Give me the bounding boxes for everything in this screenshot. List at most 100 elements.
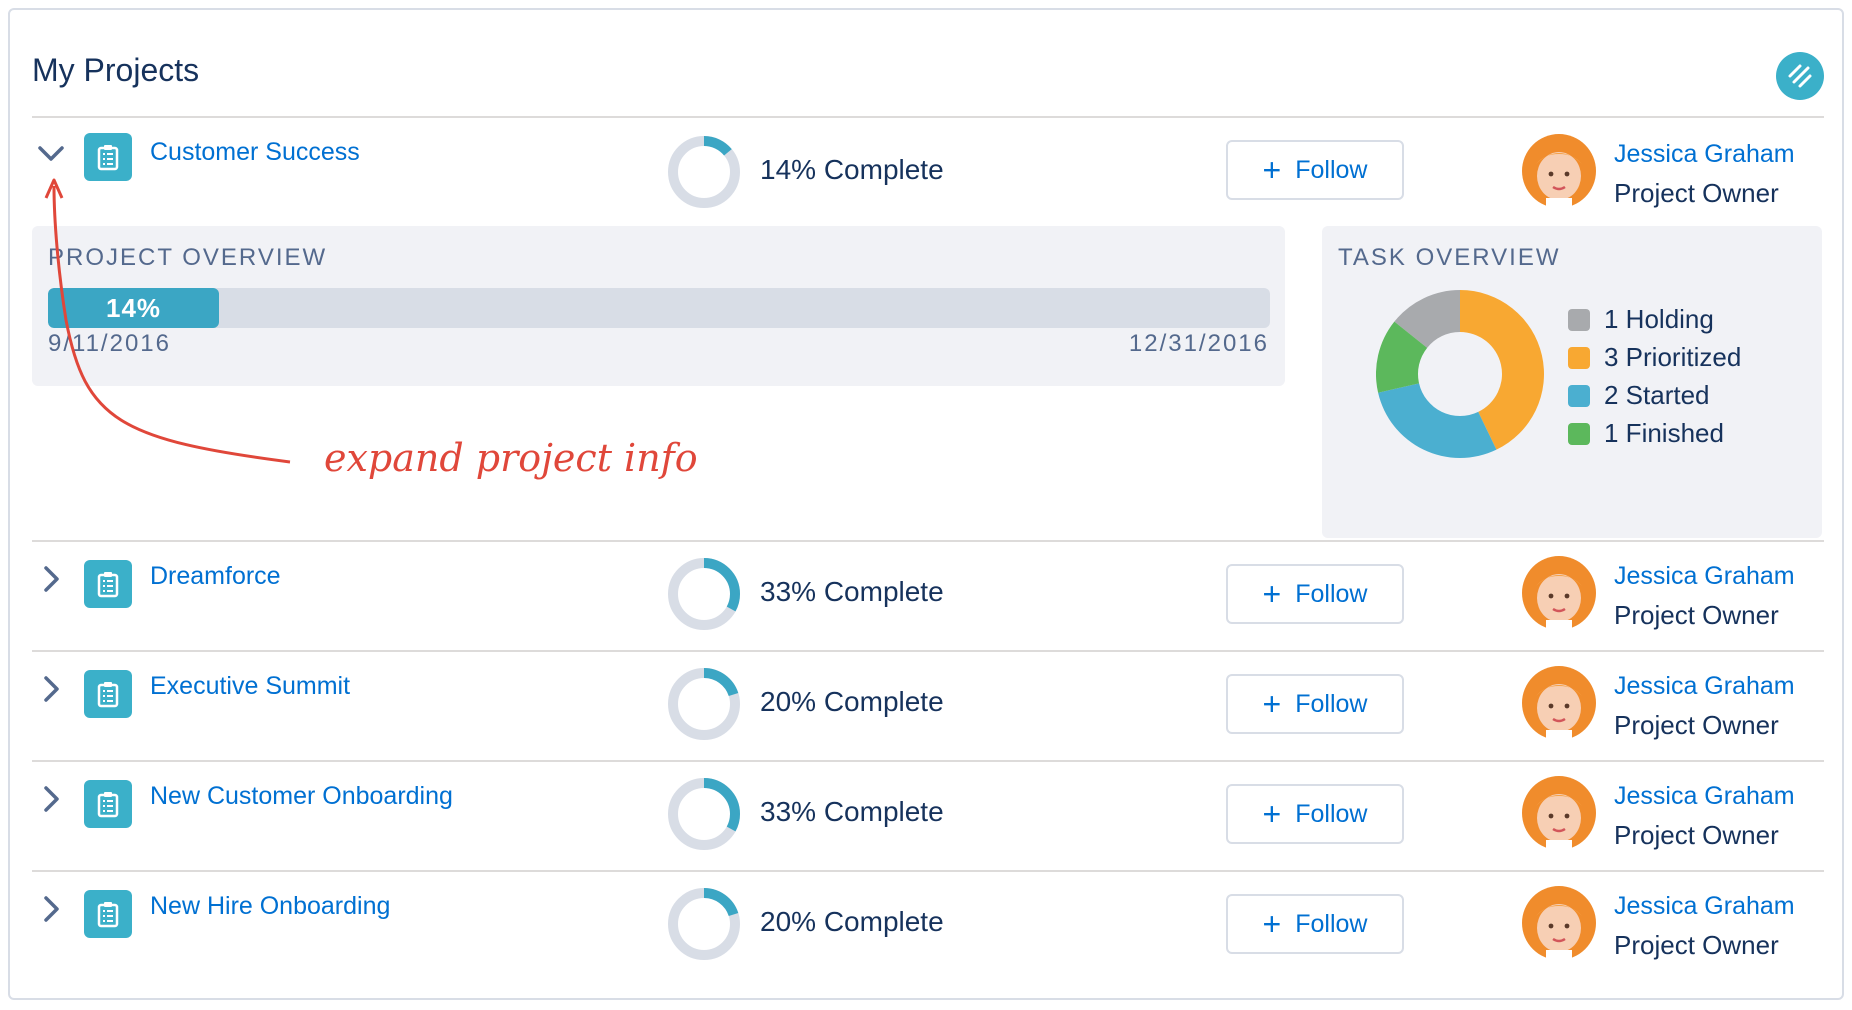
progress-bar-fill: 14% — [48, 288, 220, 328]
avatar-eye — [1548, 593, 1554, 599]
follow-label: Follow — [1295, 579, 1368, 608]
legend-label: 2 Started — [1604, 380, 1710, 410]
progress-bar-label: 14% — [106, 292, 162, 323]
owner-name-link[interactable]: Jessica Graham — [1614, 892, 1795, 921]
avatar-eye — [1564, 171, 1570, 177]
percent-complete: 20% Complete — [760, 686, 944, 717]
project-name-link[interactable]: New Hire Onboarding — [150, 892, 390, 921]
avatar-eye — [1548, 923, 1554, 929]
plus-icon: + — [1262, 686, 1282, 722]
task-overview-title: TASK OVERVIEW — [1338, 244, 1561, 271]
owner-name-link[interactable]: Jessica Graham — [1614, 562, 1795, 591]
percent-complete: 33% Complete — [760, 796, 944, 827]
avatar-collar — [1546, 730, 1572, 740]
owner-role: Project Owner — [1614, 930, 1779, 960]
progress-bar-track: 14% — [48, 288, 1270, 328]
legend-label: 1 Holding — [1604, 304, 1714, 334]
avatar-face — [1537, 684, 1581, 732]
project-row: Executive Summit 20% Complete + Follow J… — [0, 652, 1852, 762]
edit-list-icon[interactable] — [1776, 52, 1824, 100]
annotation-text: expand project info — [324, 436, 698, 480]
project-icon — [84, 780, 132, 828]
project-name-link[interactable]: Customer Success — [150, 138, 360, 167]
legend-swatch — [1568, 346, 1590, 369]
start-date: 9/11/2016 — [48, 330, 171, 357]
donut-slice — [1378, 383, 1497, 458]
chevron-right-icon[interactable] — [36, 894, 66, 924]
progress-ring — [668, 778, 740, 850]
owner-name-link[interactable]: Jessica Graham — [1614, 140, 1795, 169]
avatar-face — [1537, 574, 1581, 622]
clipboard-icon — [97, 902, 119, 928]
owner-role: Project Owner — [1614, 600, 1779, 630]
chevron-right-icon[interactable] — [36, 784, 66, 814]
percent-complete: 20% Complete — [760, 906, 944, 937]
avatar-eye — [1564, 703, 1570, 709]
plus-icon: + — [1262, 906, 1282, 942]
progress-ring — [668, 668, 740, 740]
task-overview-panel: TASK OVERVIEW 1 Holding 3 Prioritized 2 … — [1322, 226, 1822, 538]
follow-button[interactable]: + Follow — [1226, 674, 1404, 734]
avatar — [1522, 886, 1596, 960]
clipboard-icon — [97, 682, 119, 708]
owner-name-link[interactable]: Jessica Graham — [1614, 782, 1795, 811]
legend-swatch — [1568, 422, 1590, 445]
follow-button[interactable]: + Follow — [1226, 784, 1404, 844]
avatar-eye — [1564, 593, 1570, 599]
clipboard-icon — [97, 572, 119, 598]
plus-icon: + — [1262, 152, 1282, 188]
progress-ring — [668, 136, 740, 208]
chevron-right-icon[interactable] — [36, 674, 66, 704]
follow-label: Follow — [1295, 909, 1368, 938]
avatar-eye — [1548, 703, 1554, 709]
chevron-down-icon[interactable] — [36, 138, 66, 168]
owner-role: Project Owner — [1614, 178, 1779, 208]
chevron-right-icon[interactable] — [36, 564, 66, 594]
owner-name-link[interactable]: Jessica Graham — [1614, 672, 1795, 701]
project-overview-title: PROJECT OVERVIEW — [48, 244, 328, 271]
follow-button[interactable]: + Follow — [1226, 564, 1404, 624]
legend-item-finished: 1 Finished — [1568, 418, 1724, 449]
project-row: New Customer Onboarding 33% Complete + F… — [0, 762, 1852, 872]
avatar-collar — [1546, 950, 1572, 960]
legend-item-prioritized: 3 Prioritized — [1568, 342, 1741, 373]
legend-item-holding: 1 Holding — [1568, 304, 1714, 335]
project-name-link[interactable]: New Customer Onboarding — [150, 782, 453, 811]
follow-button[interactable]: + Follow — [1226, 894, 1404, 954]
legend-item-started: 2 Started — [1568, 380, 1710, 411]
avatar — [1522, 556, 1596, 630]
avatar-eye — [1564, 813, 1570, 819]
project-row: Dreamforce 33% Complete + Follow Jessica… — [0, 542, 1852, 652]
task-donut-chart — [1376, 290, 1544, 458]
avatar-face — [1537, 152, 1581, 200]
avatar-eye — [1564, 923, 1570, 929]
clipboard-icon — [97, 145, 119, 171]
avatar-collar — [1546, 620, 1572, 630]
percent-complete: 14% Complete — [760, 154, 944, 185]
project-name-link[interactable]: Dreamforce — [150, 562, 281, 591]
plus-icon: + — [1262, 576, 1282, 612]
project-row: New Hire Onboarding 20% Complete + Follo… — [0, 872, 1852, 982]
project-name-link[interactable]: Executive Summit — [150, 672, 350, 701]
follow-label: Follow — [1295, 689, 1368, 718]
avatar-face — [1537, 904, 1581, 952]
follow-label: Follow — [1295, 799, 1368, 828]
owner-role: Project Owner — [1614, 820, 1779, 850]
avatar-collar — [1546, 198, 1572, 208]
progress-ring — [668, 558, 740, 630]
owner-role: Project Owner — [1614, 710, 1779, 740]
plus-icon: + — [1262, 796, 1282, 832]
legend-label: 3 Prioritized — [1604, 342, 1742, 372]
clipboard-icon — [97, 792, 119, 818]
legend-label: 1 Finished — [1604, 418, 1724, 448]
avatar-face — [1537, 794, 1581, 842]
legend-swatch — [1568, 308, 1590, 331]
follow-button[interactable]: + Follow — [1226, 140, 1404, 200]
avatar — [1522, 134, 1596, 208]
project-icon — [84, 890, 132, 938]
progress-ring — [668, 888, 740, 960]
follow-label: Follow — [1295, 155, 1368, 184]
project-row: Customer Success 14% Complete + Follow J… — [0, 118, 1852, 228]
project-overview-panel: PROJECT OVERVIEW 14% 9/11/2016 12/31/201… — [32, 226, 1285, 386]
avatar-collar — [1546, 840, 1572, 850]
